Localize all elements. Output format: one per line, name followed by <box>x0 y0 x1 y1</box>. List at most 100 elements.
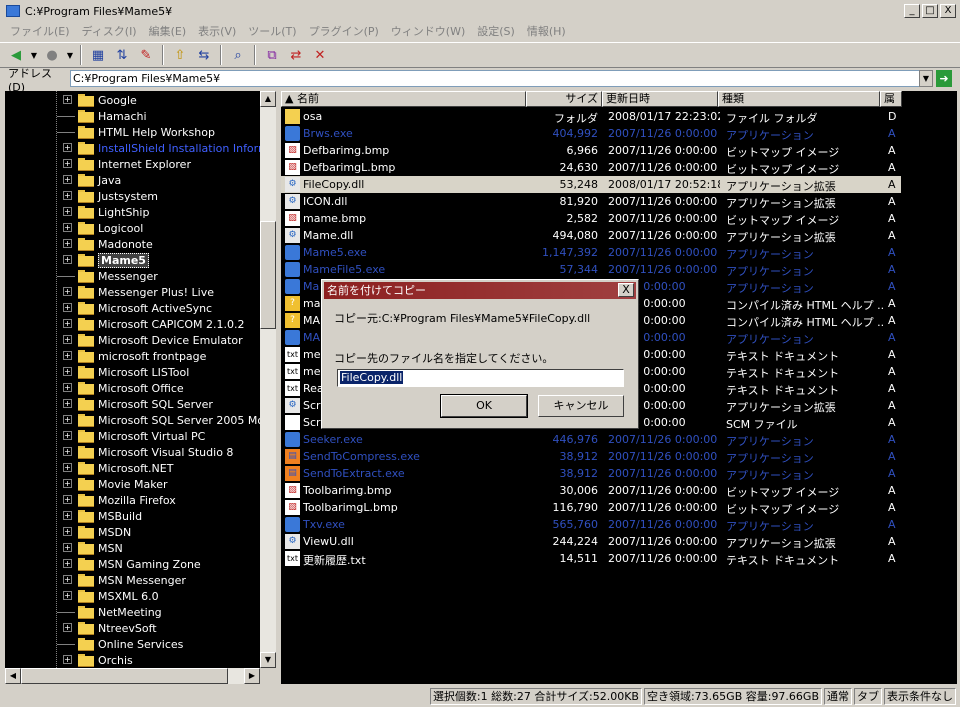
close-button[interactable]: X <box>940 4 956 18</box>
status-tab[interactable]: タブ <box>854 688 882 705</box>
expand-icon[interactable]: + <box>63 175 72 184</box>
file-row[interactable]: Brws.exe 404,992 2007/11/26 0:00:00 アプリケーショ… <box>281 125 901 142</box>
back-icon[interactable]: ◀ <box>6 45 26 65</box>
tree-item[interactable]: + MSBuild <box>5 508 260 524</box>
expand-icon[interactable]: + <box>63 367 72 376</box>
tree-item[interactable]: + Microsoft ActiveSync <box>5 300 260 316</box>
file-row[interactable]: ⚙ ViewU.dll 244,224 2007/11/26 0:00:00 アプリケー… <box>281 533 901 550</box>
tree-item[interactable]: + Microsoft Office <box>5 380 260 396</box>
expand-icon[interactable]: + <box>63 623 72 632</box>
menu-view[interactable]: 表示(V) <box>192 23 242 39</box>
details-view-icon[interactable]: ▦ <box>88 45 108 65</box>
file-row[interactable]: ▤ SendToCompress.exe 38,912 2007/11/26 0:00… <box>281 448 901 465</box>
tree-item[interactable]: HTML Help Workshop <box>5 124 260 140</box>
up-folder-icon[interactable]: ⇧ <box>170 45 190 65</box>
expand-icon[interactable]: + <box>63 287 72 296</box>
file-row[interactable]: txt 更新履歴.txt 14,511 2007/11/26 0:00:00 テキスト … <box>281 550 901 567</box>
sort-icon[interactable]: ⇅ <box>112 45 132 65</box>
forward-icon[interactable]: ● <box>42 45 62 65</box>
expand-icon[interactable]: + <box>63 383 72 392</box>
expand-icon[interactable]: + <box>63 479 72 488</box>
tree-item[interactable]: + LightShip <box>5 204 260 220</box>
file-row[interactable]: ⚙ Mame.dll 494,080 2007/11/26 0:00:00 アプリケーシ… <box>281 227 901 244</box>
file-row[interactable]: ▧ mame.bmp 2,582 2007/11/26 0:00:00 ビットマップ イ… <box>281 210 901 227</box>
menu-window[interactable]: ウィンドウ(W) <box>385 23 471 39</box>
file-row[interactable]: ▧ ToolbarimgL.bmp 116,790 2007/11/26 0:00:0… <box>281 499 901 516</box>
tree-item[interactable]: + Microsoft CAPICOM 2.1.0.2 <box>5 316 260 332</box>
menu-settings[interactable]: 設定(S) <box>471 23 521 39</box>
tree-item[interactable]: + Messenger Plus! Live <box>5 284 260 300</box>
expand-icon[interactable]: + <box>63 575 72 584</box>
tree-item[interactable]: + Madonote <box>5 236 260 252</box>
expand-icon[interactable]: + <box>63 431 72 440</box>
expand-icon[interactable]: + <box>63 143 72 152</box>
file-row[interactable]: ▧ Toolbarimg.bmp 30,006 2007/11/26 0:00:00 ビ… <box>281 482 901 499</box>
expand-icon[interactable]: + <box>63 591 72 600</box>
file-row[interactable]: ⚙ ICON.dll 81,920 2007/11/26 0:00:00 アプリケーショ… <box>281 193 901 210</box>
tree-item[interactable]: + InstallShield Installation Information <box>5 140 260 156</box>
scroll-right-icon[interactable]: ▶ <box>244 668 260 684</box>
expand-icon[interactable]: + <box>63 303 72 312</box>
scroll-thumb[interactable] <box>21 668 228 684</box>
search-icon[interactable]: ⌕ <box>228 45 248 65</box>
expand-icon[interactable]: + <box>63 319 72 328</box>
scroll-up-icon[interactable]: ▲ <box>260 91 276 107</box>
menu-plugins[interactable]: プラグイン(P) <box>303 23 385 39</box>
expand-icon[interactable]: + <box>63 351 72 360</box>
tree-item[interactable]: + Microsoft.NET <box>5 460 260 476</box>
tree-item[interactable]: + MSN Messenger <box>5 572 260 588</box>
ok-button[interactable]: OK <box>440 394 528 418</box>
dropdown-arrow-icon[interactable]: ▼ <box>30 45 38 65</box>
file-row[interactable]: Seeker.exe 446,976 2007/11/26 0:00:00 アプリケー… <box>281 431 901 448</box>
expand-icon[interactable]: + <box>63 463 72 472</box>
header-size[interactable]: サイズ <box>526 91 602 107</box>
menu-info[interactable]: 情報(H) <box>521 23 572 39</box>
scroll-down-icon[interactable]: ▼ <box>260 652 276 668</box>
file-row[interactable]: ▤ SendToExtract.exe 38,912 2007/11/26 0:00:… <box>281 465 901 482</box>
header-type[interactable]: 種類 <box>718 91 880 107</box>
expand-icon[interactable]: + <box>63 159 72 168</box>
file-row[interactable]: Txv.exe 565,760 2007/11/26 0:00:00 アプリケーション… <box>281 516 901 533</box>
scroll-left-icon[interactable]: ◀ <box>5 668 21 684</box>
header-name[interactable]: ▲ 名前 <box>281 91 526 107</box>
menu-edit[interactable]: 編集(E) <box>143 23 193 39</box>
expand-icon[interactable]: + <box>63 239 72 248</box>
filename-input[interactable]: FileCopy.dll <box>337 369 624 387</box>
menu-tools[interactable]: ツール(T) <box>242 23 302 39</box>
tree-item[interactable]: + MSXML 6.0 <box>5 588 260 604</box>
expand-icon[interactable]: + <box>63 527 72 536</box>
expand-icon[interactable]: + <box>63 655 72 664</box>
tree-item[interactable]: + Justsystem <box>5 188 260 204</box>
expand-icon[interactable]: + <box>63 543 72 552</box>
expand-icon[interactable]: + <box>63 415 72 424</box>
delete-icon[interactable]: ✕ <box>310 45 330 65</box>
tree-item[interactable]: + Movie Maker <box>5 476 260 492</box>
header-attr[interactable]: 属 <box>880 91 902 107</box>
tree-item[interactable]: + Google <box>5 92 260 108</box>
expand-icon[interactable]: + <box>63 207 72 216</box>
expand-icon[interactable]: + <box>63 559 72 568</box>
header-date[interactable]: 更新日時 <box>602 91 718 107</box>
tree-item[interactable]: + Mame5 <box>5 252 260 268</box>
scroll-thumb[interactable] <box>260 221 276 329</box>
file-row[interactable]: ▧ Defbarimg.bmp 6,966 2007/11/26 0:00:00 ビット… <box>281 142 901 159</box>
tree-item[interactable]: + Internet Explorer <box>5 156 260 172</box>
tree-item[interactable]: + Microsoft SQL Server <box>5 396 260 412</box>
menu-file[interactable]: ファイル(E) <box>4 23 76 39</box>
address-input[interactable]: C:¥Program Files¥Mame5¥ <box>70 70 920 87</box>
file-row[interactable]: ▧ DefbarimgL.bmp 24,630 2007/11/26 0:00:00 ビ… <box>281 159 901 176</box>
tree-item[interactable]: Messenger <box>5 268 260 284</box>
expand-icon[interactable]: + <box>63 191 72 200</box>
expand-icon[interactable]: + <box>63 223 72 232</box>
status-filter[interactable]: 表示条件なし <box>884 688 956 705</box>
file-row[interactable]: MameFile5.exe 57,344 2007/11/26 0:00:00 アプリ… <box>281 261 901 278</box>
file-row[interactable]: Mame5.exe 1,147,392 2007/11/26 0:00:00 アプリケ… <box>281 244 901 261</box>
menu-disk[interactable]: ディスク(I) <box>76 23 143 39</box>
tree-item[interactable]: + Microsoft Visual Studio 8 <box>5 444 260 460</box>
tree-item[interactable]: + Java <box>5 172 260 188</box>
file-row[interactable]: ⚙ FileCopy.dll 53,248 2008/01/17 20:52:18 アプ… <box>281 176 901 193</box>
chevron-down-icon[interactable]: ▼ <box>919 70 933 87</box>
tree-item[interactable]: + MSN Gaming Zone <box>5 556 260 572</box>
copy-icon[interactable]: ⧉ <box>262 45 282 65</box>
dropdown-arrow-icon[interactable]: ▼ <box>66 45 74 65</box>
